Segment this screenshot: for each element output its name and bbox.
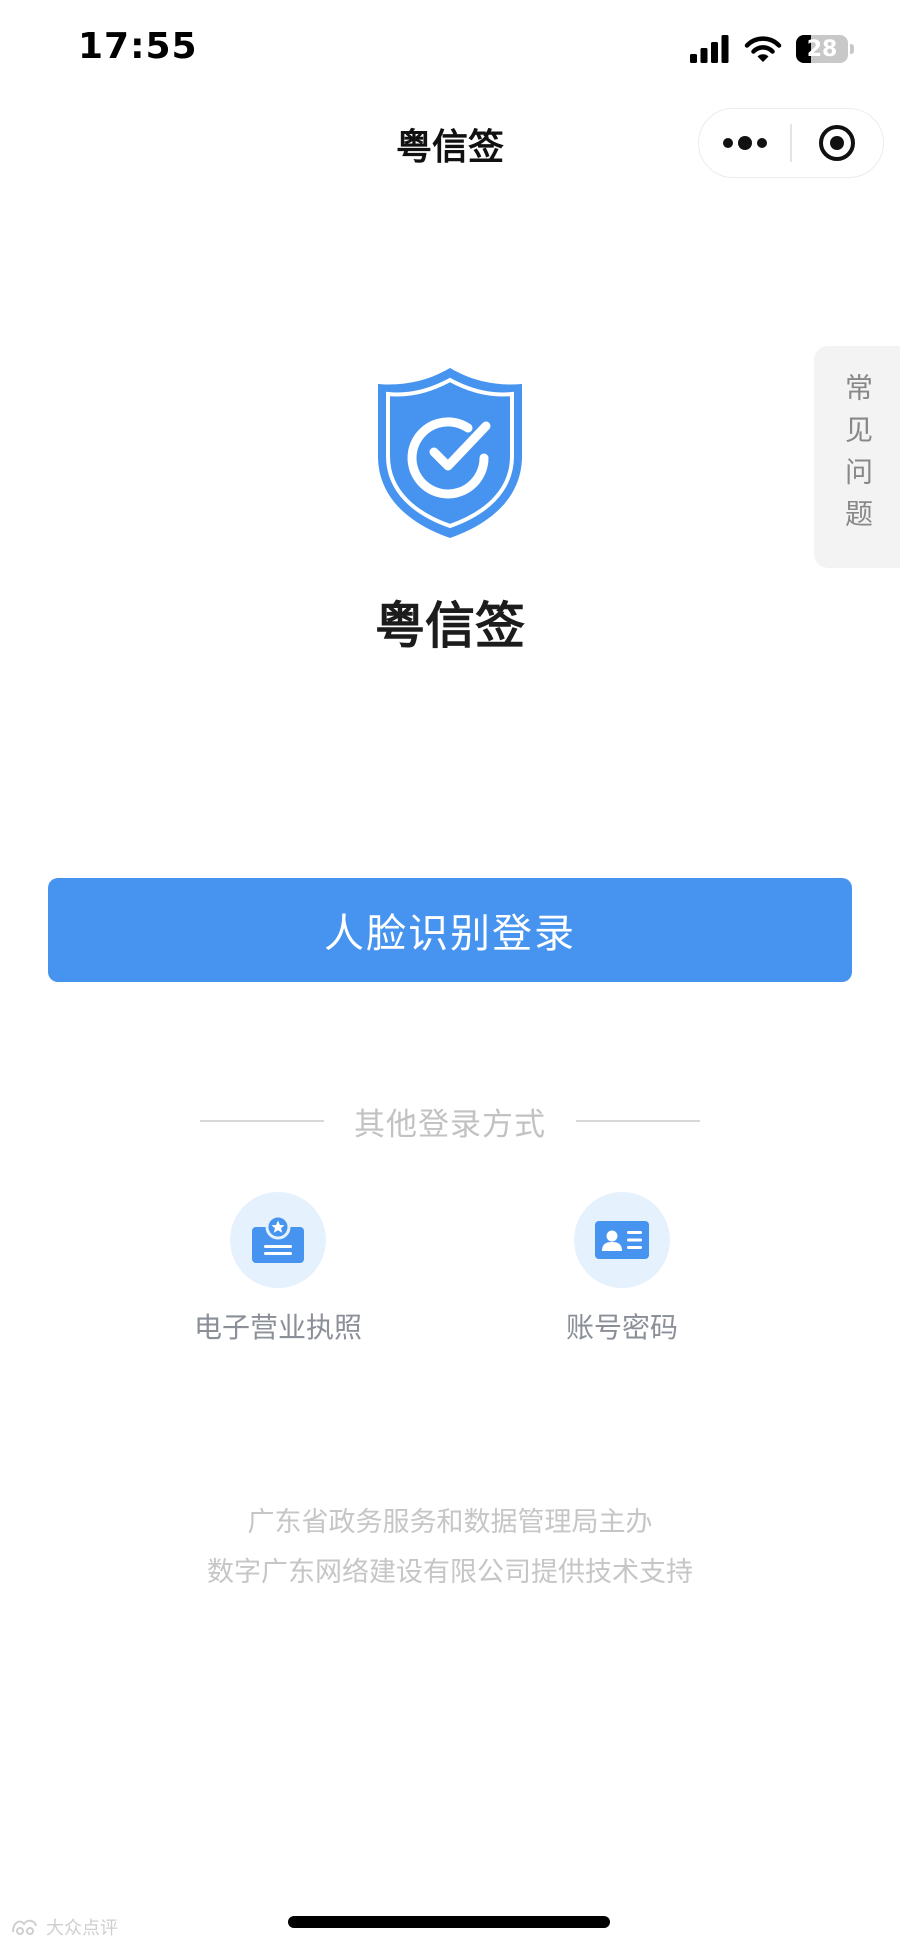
status-icons: 28 — [690, 30, 854, 68]
battery-icon: 28 — [796, 35, 854, 63]
business-license-login-option[interactable]: 电子营业执照 — [158, 1192, 398, 1346]
close-miniprogram-icon — [819, 125, 856, 161]
business-license-icon-circle — [230, 1192, 326, 1288]
watermark-text: 大众点评 — [46, 1918, 118, 1939]
home-indicator[interactable] — [288, 1916, 610, 1928]
watermark-logo-icon — [12, 1919, 37, 1935]
id-card-icon-circle — [574, 1192, 670, 1288]
business-license-icon — [252, 1215, 304, 1263]
wifi-icon — [744, 36, 782, 62]
login-screen: 17:55 28 粤信签 常见问题 粤信签 人脸识别登录 其他登录方式 电子营业… — [0, 0, 900, 1948]
more-dots-icon — [722, 136, 767, 150]
other-login-title: 其他登录方式 — [354, 1106, 546, 1143]
id-card-icon — [595, 1221, 649, 1259]
app-name: 粤信签 — [375, 597, 525, 655]
face-login-button[interactable]: 人脸识别登录 — [48, 878, 852, 982]
footer-line-1: 广东省政务服务和数据管理局主办 — [247, 1507, 653, 1538]
battery-body: 28 — [796, 35, 848, 63]
status-time: 17:55 — [78, 26, 198, 67]
divider-line-left — [200, 1120, 324, 1122]
other-login-divider: 其他登录方式 — [200, 1098, 700, 1144]
account-password-login-option[interactable]: 账号密码 — [502, 1192, 742, 1346]
footer: 广东省政务服务和数据管理局主办 数字广东网络建设有限公司提供技术支持 — [0, 1498, 900, 1598]
miniprogram-capsule — [698, 108, 884, 178]
close-miniprogram-button[interactable] — [792, 109, 883, 177]
shield-check-icon — [378, 368, 522, 538]
footer-line-2: 数字广东网络建设有限公司提供技术支持 — [207, 1557, 693, 1588]
watermark: 大众点评 — [10, 1914, 118, 1940]
more-button[interactable] — [699, 109, 790, 177]
faq-tab[interactable]: 常见问题 — [814, 346, 900, 568]
divider-line-right — [576, 1120, 700, 1122]
business-license-label: 电子营业执照 — [193, 1311, 362, 1344]
battery-tip — [850, 44, 854, 54]
faq-label: 常见问题 — [841, 373, 874, 541]
signal-icon — [690, 35, 729, 63]
battery-percent: 28 — [806, 36, 838, 62]
account-password-label: 账号密码 — [565, 1311, 678, 1344]
